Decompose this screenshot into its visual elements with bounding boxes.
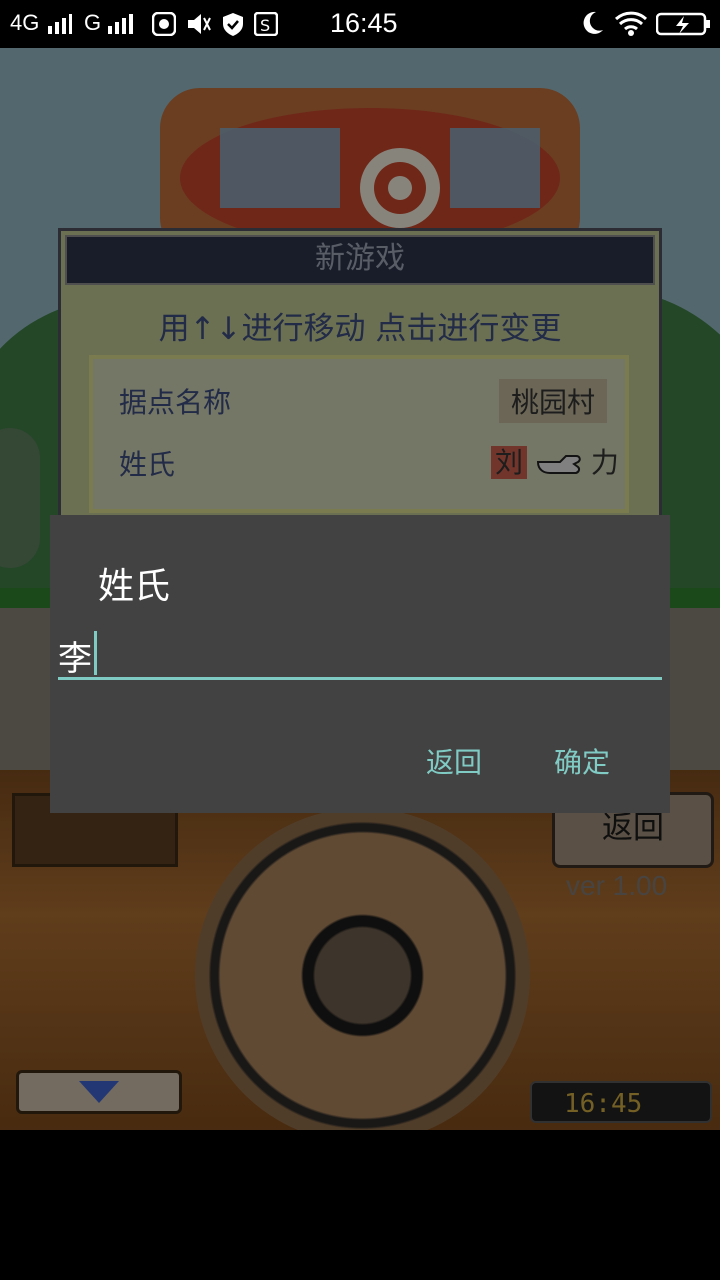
dialog-title: 姓氏: [98, 566, 171, 607]
confirm-button[interactable]: 确定: [554, 741, 610, 781]
battery-charging-icon: [655, 12, 712, 40]
app-notification-icon: [151, 11, 177, 40]
moon-icon: [580, 10, 604, 40]
mute-icon: [186, 12, 212, 40]
signal-4g-label: 4G: [10, 10, 40, 35]
surname-input[interactable]: 李: [58, 625, 662, 680]
surname-input-value: 李: [58, 639, 92, 679]
storage-icon: S: [253, 11, 279, 40]
surname-dialog: 姓氏 李 返回 确定: [50, 515, 670, 813]
cancel-button[interactable]: 返回: [426, 741, 482, 781]
signal-bars-icon: [46, 14, 72, 38]
status-time: 16:45: [330, 8, 398, 38]
text-caret: [94, 631, 97, 675]
signal-bars-2-icon: [106, 14, 136, 38]
status-bar: 4G G S 16:45: [0, 0, 720, 48]
wifi-icon: [614, 10, 648, 40]
shield-icon: [222, 12, 244, 40]
svg-text:S: S: [260, 16, 270, 35]
signal-g-label: G: [84, 10, 102, 35]
